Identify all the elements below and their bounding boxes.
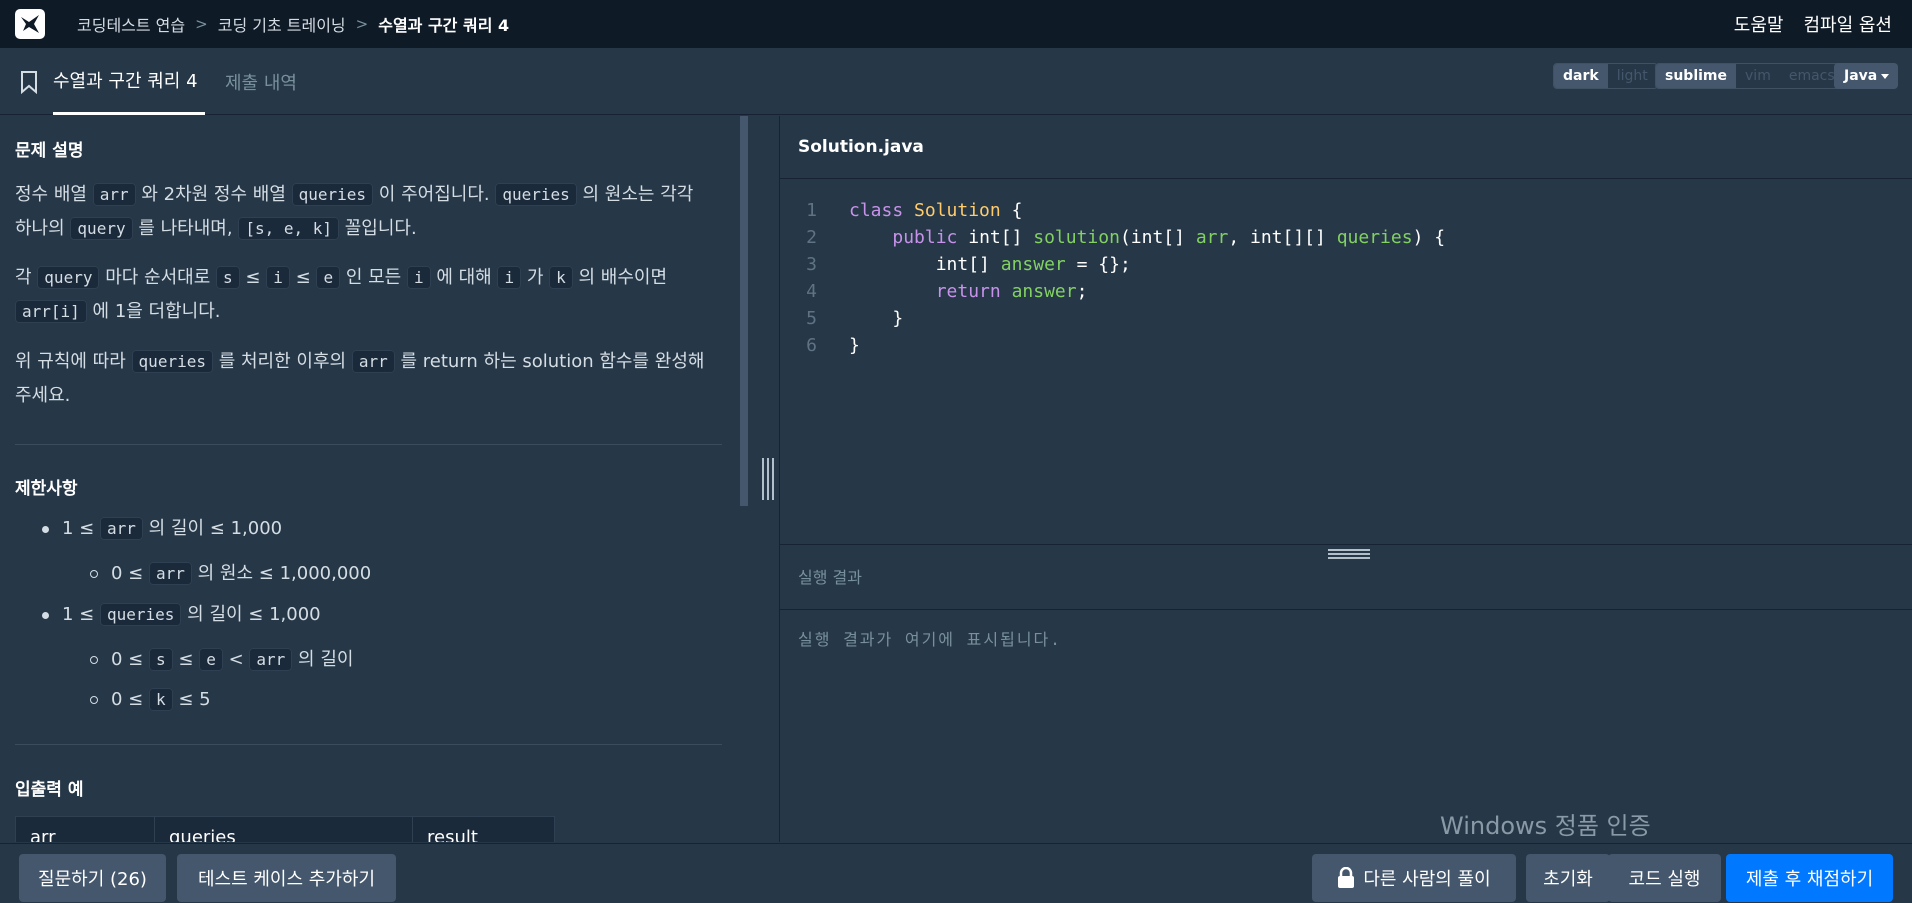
constraints-heading: 제한사항 bbox=[15, 479, 78, 499]
breadcrumb: 코딩테스트 연습 > 코딩 기초 트레이닝 > 수열과 구간 쿼리 4 bbox=[77, 12, 509, 36]
code-line: 5 } bbox=[806, 308, 904, 329]
description-paragraph-3: 위 규칙에 따라 queries 를 처리한 이후의 arr 를 return … bbox=[15, 350, 705, 406]
code-line: 2 public int[] solution(int[] arr, int[]… bbox=[806, 227, 1446, 248]
reset-button[interactable]: 초기화 bbox=[1526, 854, 1610, 902]
constraint-subitem-2a: 0 ≤ s ≤ e < arr 의 길이 bbox=[90, 643, 721, 677]
splitter-grip-icon bbox=[767, 458, 769, 500]
splitter-grip-icon bbox=[1328, 549, 1370, 551]
submit-button[interactable]: 제출 후 채점하기 bbox=[1726, 854, 1893, 902]
code-editor[interactable]: 1 class Solution { 2 public int[] soluti… bbox=[780, 180, 1912, 560]
io-column-result: result bbox=[427, 827, 478, 842]
description-scrollbar[interactable] bbox=[740, 116, 748, 506]
theme-toggle: dark light bbox=[1553, 63, 1658, 89]
code-line: 3 int[] answer = {}; bbox=[806, 254, 1131, 275]
description-paragraph-1: 정수 배열 arr 와 2차원 정수 배열 queries 이 주어집니다. q… bbox=[15, 183, 694, 240]
circle-bullet-icon bbox=[90, 656, 98, 664]
vertical-panel-splitter[interactable] bbox=[760, 116, 779, 842]
theme-light-option[interactable]: light bbox=[1608, 64, 1657, 88]
language-select-value: Java bbox=[1844, 68, 1878, 84]
code-line: 1 class Solution { bbox=[806, 200, 1023, 221]
bullet-icon bbox=[42, 526, 49, 533]
description-heading: 문제 설명 bbox=[15, 141, 84, 161]
windows-activation-title: Windows 정품 인증 bbox=[1440, 812, 1651, 840]
bottom-action-bar: 질문하기 (26) 테스트 케이스 추가하기 다른 사람의 풀이 초기화 코드 … bbox=[0, 843, 1912, 903]
tab-submissions[interactable]: 제출 내역 bbox=[225, 48, 297, 115]
horizontal-panel-splitter[interactable] bbox=[1328, 549, 1370, 559]
splitter-grip-icon bbox=[772, 458, 774, 500]
splitter-grip-icon bbox=[1328, 553, 1370, 555]
io-example-table-header: arr queries result bbox=[15, 816, 555, 842]
programmers-logo-icon[interactable] bbox=[15, 9, 45, 39]
view-others-solutions-button[interactable]: 다른 사람의 풀이 bbox=[1312, 854, 1516, 902]
problem-panel: 문제 설명 정수 배열 arr 와 2차원 정수 배열 queries 이 주어… bbox=[0, 116, 740, 842]
breadcrumb-item-coding-test[interactable]: 코딩테스트 연습 bbox=[77, 12, 185, 36]
circle-bullet-icon bbox=[90, 696, 98, 704]
keymap-sublime-option[interactable]: sublime bbox=[1656, 64, 1737, 88]
bookmark-icon[interactable] bbox=[20, 70, 38, 94]
description-paragraph-2: 각 query 마다 순서대로 s ≤ i ≤ e 인 모든 i 에 대해 i … bbox=[15, 266, 668, 323]
circle-bullet-icon bbox=[90, 570, 98, 578]
help-link[interactable]: 도움말 bbox=[1734, 11, 1784, 37]
splitter-grip-icon bbox=[1328, 557, 1370, 559]
top-navigation: 코딩테스트 연습 > 코딩 기초 트레이닝 > 수열과 구간 쿼리 4 도움말 … bbox=[0, 0, 1912, 48]
editor-panel: Solution.java 1 class Solution { 2 publi… bbox=[779, 116, 1912, 842]
constraint-item-2: 1 ≤ queries 의 길이 ≤ 1,000 bbox=[42, 598, 722, 632]
ask-question-button[interactable]: 질문하기 (26) bbox=[19, 854, 166, 902]
theme-dark-option[interactable]: dark bbox=[1554, 64, 1608, 88]
constraint-subitem-2b: 0 ≤ k ≤ 5 bbox=[90, 683, 721, 717]
section-divider bbox=[15, 744, 722, 745]
keymap-toggle: sublime vim emacs bbox=[1655, 63, 1845, 89]
lock-icon bbox=[1338, 867, 1355, 888]
compile-options-link[interactable]: 컴파일 옵션 bbox=[1803, 11, 1892, 37]
chevron-right-icon: > bbox=[195, 15, 208, 33]
constraint-item-1: 1 ≤ arr 의 길이 ≤ 1,000 bbox=[42, 512, 722, 546]
breadcrumb-item-current: 수열과 구간 쿼리 4 bbox=[378, 16, 510, 35]
code-line: 4 return answer; bbox=[806, 281, 1088, 302]
keymap-vim-option[interactable]: vim bbox=[1736, 64, 1780, 88]
section-divider bbox=[15, 444, 722, 445]
top-nav-actions: 도움말 컴파일 옵션 bbox=[1714, 0, 1892, 48]
caret-down-icon bbox=[1881, 74, 1889, 79]
breadcrumb-item-basic-training[interactable]: 코딩 기초 트레이닝 bbox=[218, 12, 346, 36]
io-column-arr: arr bbox=[16, 817, 155, 842]
add-test-case-button[interactable]: 테스트 케이스 추가하기 bbox=[177, 854, 396, 902]
splitter-grip-icon bbox=[762, 458, 764, 500]
io-column-queries: queries bbox=[155, 817, 413, 842]
editor-filename: Solution.java bbox=[780, 116, 1912, 179]
code-line: 6 } bbox=[806, 335, 860, 356]
tab-problem[interactable]: 수열과 구간 쿼리 4 bbox=[53, 48, 205, 115]
result-output: 실행 결과가 여기에 표시됩니다. bbox=[798, 630, 1062, 649]
run-code-button[interactable]: 코드 실행 bbox=[1608, 854, 1721, 902]
language-select[interactable]: Java bbox=[1834, 63, 1898, 89]
bullet-icon bbox=[42, 612, 49, 619]
constraint-subitem-1a: 0 ≤ arr 의 원소 ≤ 1,000,000 bbox=[90, 557, 721, 591]
chevron-right-icon: > bbox=[355, 15, 369, 33]
io-example-heading: 입출력 예 bbox=[15, 780, 84, 800]
